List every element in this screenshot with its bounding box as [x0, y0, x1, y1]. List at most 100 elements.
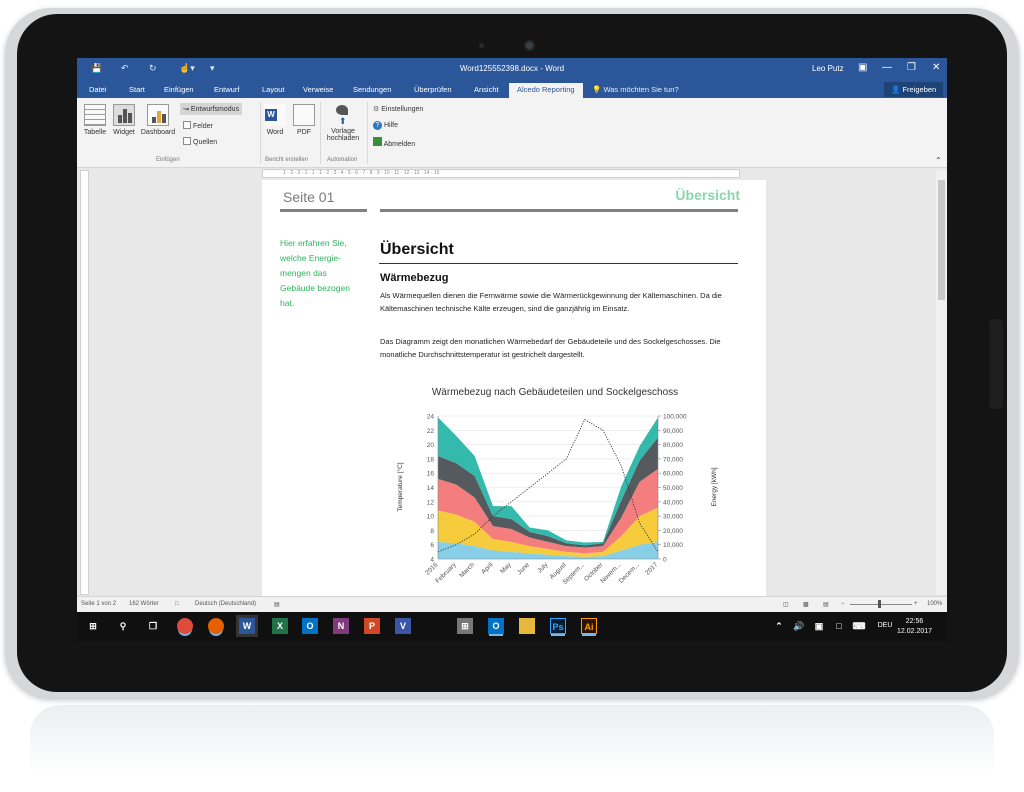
horizontal-ruler[interactable]: 1 · 3 · 2 · 1 · 1 · 1 · 2 · 3 · 4 · 5 · …	[262, 169, 740, 178]
tell-me-box[interactable]: 💡 Was möchten Sie tun?	[592, 85, 679, 94]
ribbon-display-icon[interactable]: ▣	[858, 62, 867, 73]
illustrator-icon[interactable]: Ai	[581, 618, 597, 634]
word-export-button[interactable]: W Word	[263, 104, 287, 136]
tab-alcedo-reporting[interactable]: Alcedo Reporting	[509, 83, 583, 98]
group-separator	[260, 102, 261, 164]
outlook-2-icon[interactable]: O	[488, 618, 504, 634]
document-page[interactable]: Seite 01 Übersicht Hier erfahren Sie, we…	[262, 180, 766, 596]
keyboard-icon[interactable]: ⌨	[851, 618, 867, 634]
powerpoint-icon[interactable]: P	[364, 618, 380, 634]
tab-verweise[interactable]: Verweise	[303, 85, 333, 94]
x-tick-label: June	[516, 561, 531, 576]
design-mode-icon: ↝	[183, 106, 189, 113]
visio-icon[interactable]: V	[395, 618, 411, 634]
firefox-icon[interactable]	[208, 618, 224, 634]
message-icon[interactable]: □	[831, 618, 847, 634]
margin-note: Hier erfahren Sie, welche Energie- menge…	[280, 236, 370, 311]
word-label: Word	[266, 129, 284, 136]
windows-start-icon[interactable]: ⊞	[85, 618, 101, 634]
restore-icon[interactable]: ❐	[907, 62, 916, 73]
tabelle-button[interactable]: Tabelle	[81, 104, 109, 136]
clock-date: 12.02.2017	[897, 628, 933, 635]
x-tick-label: 2016	[424, 561, 439, 576]
right-tick-label: 70,000	[663, 456, 683, 463]
search-icon[interactable]: ⚲	[115, 618, 131, 634]
read-mode-icon[interactable]: ◫	[783, 601, 789, 608]
collapse-ribbon-icon[interactable]: ⌃	[935, 156, 942, 165]
widget-label: Widget	[113, 129, 135, 136]
zoom-in-icon[interactable]: +	[914, 601, 918, 607]
widget-button[interactable]: Widget	[110, 104, 138, 136]
onenote-icon[interactable]: N	[333, 618, 349, 634]
right-axis-title: Energy [kWh]	[711, 467, 718, 506]
pdf-export-button[interactable]: PDF	[292, 104, 316, 136]
tab-datei[interactable]: Datei	[89, 85, 107, 94]
minimize-icon[interactable]: —	[882, 62, 892, 73]
photoshop-icon[interactable]: Ps	[550, 618, 566, 634]
outlook-icon[interactable]: O	[302, 618, 318, 634]
ruler-marks: 1 · 3 · 2 · 1 · 1 · 1 · 2 · 3 · 4 · 5 · …	[283, 170, 440, 176]
left-tick-label: 12	[427, 499, 435, 506]
tab-einfuegen[interactable]: Einfügen	[164, 85, 194, 94]
zoom-slider[interactable]	[850, 604, 912, 605]
page-count[interactable]: Seite 1 von 2	[81, 601, 116, 607]
web-layout-icon[interactable]: ▤	[823, 601, 829, 608]
volume-icon[interactable]: 🔊	[791, 618, 807, 634]
task-view-icon[interactable]: ❐	[145, 618, 161, 634]
tab-start[interactable]: Start	[129, 85, 145, 94]
network-icon[interactable]: ▣	[811, 618, 827, 634]
hilfe-button[interactable]: ? Hilfe	[373, 121, 398, 130]
einstellungen-button[interactable]: ⚙ Einstellungen	[373, 105, 423, 113]
zoom-level[interactable]: 100%	[927, 601, 942, 607]
status-bar: Seite 1 von 2 162 Wörter □ Deutsch (Deut…	[77, 596, 947, 612]
word-taskbar-icon[interactable]: W	[236, 615, 258, 637]
vorlage-hochladen-button[interactable]: ⬆ Vorlage hochladen	[324, 104, 362, 142]
calculator-icon[interactable]: ⊞	[457, 618, 473, 634]
felder-button[interactable]: Felder	[183, 121, 213, 130]
tab-sendungen[interactable]: Sendungen	[353, 85, 391, 94]
title-bar: 💾 ↶ ↻ ☝▾ ▾ Word125552398.docx - Word Leo…	[77, 58, 947, 80]
tray-chevron-icon[interactable]: ⌃	[771, 618, 787, 634]
proofing-icon[interactable]: □	[175, 601, 179, 607]
group-automation: Automation	[327, 157, 358, 163]
share-button[interactable]: 👤 Freigeben	[884, 82, 943, 97]
language-status[interactable]: Deutsch (Deutschland)	[195, 601, 256, 607]
chrome-icon[interactable]	[177, 618, 193, 634]
dashboard-button[interactable]: Dashboard	[139, 104, 177, 136]
tab-ueberpruefen[interactable]: Überprüfen	[414, 85, 452, 94]
abmelden-button[interactable]: Abmelden	[373, 137, 415, 148]
felder-label: Felder	[193, 123, 213, 130]
tab-entwurf[interactable]: Entwurf	[214, 85, 239, 94]
tab-ansicht[interactable]: Ansicht	[474, 85, 499, 94]
excel-icon[interactable]: X	[272, 618, 288, 634]
vertical-ruler[interactable]	[80, 170, 89, 595]
tabelle-label: Tabelle	[83, 129, 107, 136]
vertical-scrollbar[interactable]	[936, 170, 947, 595]
zoom-out-icon[interactable]: −	[841, 601, 845, 607]
widget-icon	[113, 104, 135, 126]
screen: 💾 ↶ ↻ ☝▾ ▾ Word125552398.docx - Word Leo…	[77, 58, 947, 641]
right-tick-label: 30,000	[663, 514, 683, 521]
quellen-button[interactable]: Quellen	[183, 137, 217, 146]
device-reflection	[30, 705, 994, 792]
tab-layout[interactable]: Layout	[262, 85, 285, 94]
print-layout-icon[interactable]: ▩	[803, 601, 809, 608]
hilfe-label: Hilfe	[383, 122, 398, 129]
clock[interactable]: 22:56 12.02.2017	[897, 617, 932, 637]
heading-rule	[379, 263, 738, 264]
word-count[interactable]: 162 Wörter	[129, 601, 159, 607]
entwurfsmodus-label: Entwurfsmodus	[190, 106, 240, 113]
macro-icon[interactable]: ▤	[274, 601, 280, 608]
entwurfsmodus-button[interactable]: ↝ Entwurfsmodus	[180, 103, 243, 115]
left-tick-label: 18	[427, 456, 435, 463]
right-tick-label: 0	[663, 557, 667, 564]
user-name[interactable]: Leo Putz	[812, 64, 844, 73]
scrollbar-thumb[interactable]	[938, 180, 945, 300]
close-icon[interactable]: ✕	[932, 62, 940, 73]
input-language[interactable]: DEU	[873, 618, 897, 634]
quellen-label: Quellen	[193, 139, 218, 146]
explorer-icon[interactable]	[519, 618, 535, 634]
right-tick-label: 40,000	[663, 499, 683, 506]
zoom-thumb[interactable]	[878, 600, 881, 608]
right-tick-label: 60,000	[663, 471, 683, 478]
